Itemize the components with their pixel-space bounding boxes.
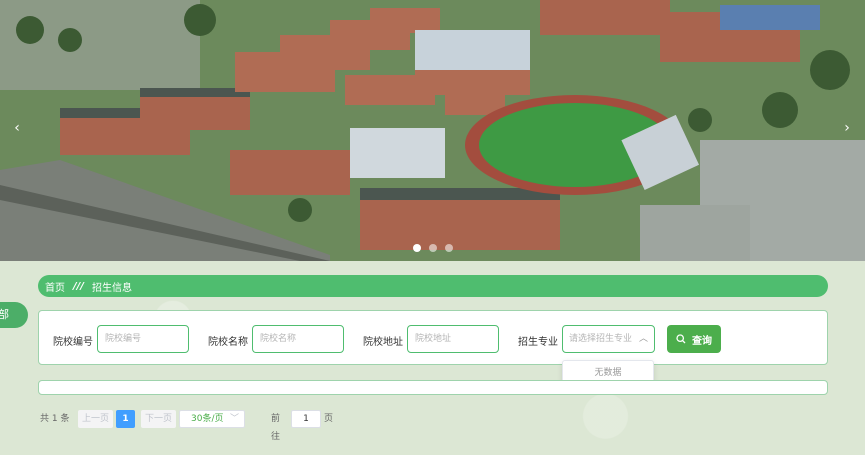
- school-code-input[interactable]: [97, 325, 189, 353]
- breadcrumb-separator: ///: [73, 280, 84, 292]
- carousel-indicator: [413, 244, 453, 252]
- search-panel: 院校编号 院校名称 院校地址 招生专业 请选择招生专业 ︿ 查询: [38, 310, 828, 365]
- school-address-input[interactable]: [407, 325, 499, 353]
- breadcrumb-home-link[interactable]: 首页: [45, 279, 65, 294]
- major-select[interactable]: 请选择招生专业 ︿: [562, 325, 655, 353]
- page-suffix-label: 页: [324, 414, 334, 424]
- page-size-select[interactable]: 30条/页 ﹀: [179, 410, 245, 428]
- campus-aerial-image: [0, 0, 865, 261]
- banner-prev-arrow-icon[interactable]: ‹: [10, 118, 24, 138]
- carousel-dot[interactable]: [445, 244, 453, 252]
- carousel-dot[interactable]: [429, 244, 437, 252]
- pagination-total: 共 1 条: [40, 414, 70, 424]
- banner-next-arrow-icon[interactable]: ›: [840, 118, 854, 138]
- next-page-button[interactable]: 下一页: [141, 410, 177, 428]
- major-label: 招生专业: [518, 337, 558, 348]
- page-jump-input[interactable]: [291, 410, 321, 428]
- chevron-up-icon: ︿: [638, 334, 648, 344]
- school-name-label: 院校名称: [208, 337, 248, 348]
- breadcrumb-current: 招生信息: [91, 282, 132, 294]
- major-select-placeholder: 请选择招生专业: [569, 334, 633, 344]
- school-address-label: 院校地址: [363, 337, 403, 348]
- carousel-dot[interactable]: [413, 244, 421, 252]
- page-size-value: 30条/页: [191, 414, 224, 424]
- prev-page-button[interactable]: 上一页: [78, 410, 114, 428]
- school-name-input[interactable]: [252, 325, 344, 353]
- breadcrumb: 首页 /// 招生信息: [38, 275, 828, 297]
- chevron-down-icon: ﹀: [229, 414, 239, 424]
- results-panel: [38, 380, 828, 395]
- query-button[interactable]: 查询: [667, 325, 721, 353]
- goto-label: 前往: [271, 414, 281, 442]
- query-button-label: 查询: [692, 335, 712, 347]
- page-number-1[interactable]: 1: [116, 410, 135, 428]
- school-code-label: 院校编号: [53, 337, 93, 348]
- side-tab[interactable]: 部: [0, 302, 28, 328]
- search-icon: [676, 334, 686, 344]
- campus-banner: ‹ ›: [0, 0, 865, 261]
